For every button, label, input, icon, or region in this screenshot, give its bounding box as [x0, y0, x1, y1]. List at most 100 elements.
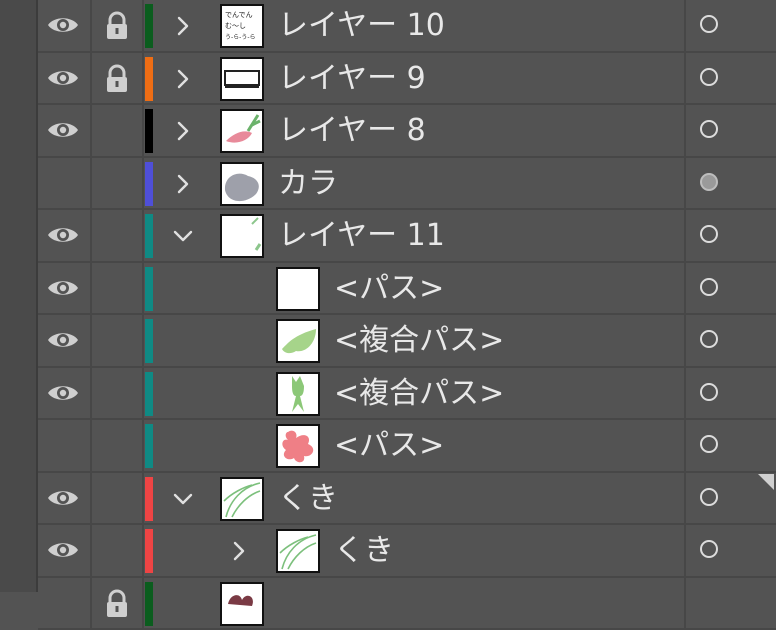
column-divider: [684, 105, 686, 156]
column-divider: [142, 420, 144, 471]
eye-icon[interactable]: [46, 13, 80, 37]
eye-icon[interactable]: [46, 66, 80, 90]
layer-row[interactable]: くき: [38, 525, 776, 578]
svg-text:う-ら-う-ら: う-ら-う-ら: [225, 34, 256, 41]
chevron-right-icon[interactable]: [172, 173, 194, 195]
column-divider: [684, 0, 686, 51]
layer-color-swatch: [145, 319, 153, 363]
layer-color-swatch: [145, 582, 153, 626]
column-divider: [684, 473, 686, 524]
column-divider: [684, 315, 686, 366]
target-circle-icon[interactable]: [700, 278, 718, 296]
column-divider: [684, 368, 686, 419]
scroll-corner-indicator[interactable]: [758, 474, 774, 490]
layer-row[interactable]: <複合パス>: [38, 368, 776, 421]
target-circle-icon[interactable]: [700, 120, 718, 138]
column-divider: [142, 0, 144, 51]
layer-thumbnail: [276, 372, 320, 416]
panel-left-gutter: [0, 0, 38, 592]
layer-color-swatch: [145, 57, 153, 101]
layer-row[interactable]: <パス>: [38, 420, 776, 473]
target-circle-icon[interactable]: [700, 173, 718, 191]
layer-thumbnail: でんでんむ〜しう-ら-う-ら: [220, 4, 264, 48]
chevron-right-icon[interactable]: [172, 15, 194, 37]
target-circle-icon[interactable]: [700, 15, 718, 33]
column-divider: [142, 158, 144, 209]
column-divider: [90, 105, 92, 156]
layer-row[interactable]: [38, 578, 776, 630]
eye-icon[interactable]: [46, 223, 80, 247]
layer-row[interactable]: レイヤー 9: [38, 53, 776, 106]
layer-row[interactable]: レイヤー 11: [38, 210, 776, 263]
eye-icon[interactable]: [46, 486, 80, 510]
lock-icon[interactable]: [104, 64, 130, 94]
svg-text:む〜し: む〜し: [225, 22, 246, 30]
target-circle-icon[interactable]: [700, 225, 718, 243]
chevron-right-icon[interactable]: [172, 120, 194, 142]
layer-color-swatch: [145, 477, 153, 521]
layer-name[interactable]: カラ: [278, 164, 338, 204]
target-circle-icon[interactable]: [700, 435, 718, 453]
chevron-right-icon[interactable]: [172, 68, 194, 90]
layer-name[interactable]: くき: [278, 479, 338, 519]
layer-row[interactable]: でんでんむ〜しう-ら-う-らレイヤー 10: [38, 0, 776, 53]
eye-icon[interactable]: [46, 276, 80, 300]
eye-icon[interactable]: [46, 118, 80, 142]
column-divider: [684, 158, 686, 209]
column-divider: [90, 315, 92, 366]
layer-color-swatch: [145, 4, 153, 48]
layer-thumbnail: [276, 267, 320, 311]
column-divider: [142, 578, 144, 629]
eye-icon[interactable]: [46, 538, 80, 562]
layer-row[interactable]: <パス>: [38, 263, 776, 316]
layer-color-swatch: [145, 424, 153, 468]
eye-icon[interactable]: [46, 381, 80, 405]
layer-thumbnail: [220, 582, 264, 626]
column-divider: [142, 53, 144, 104]
layer-name[interactable]: レイヤー 10: [278, 6, 445, 46]
target-circle-icon[interactable]: [700, 383, 718, 401]
target-circle-icon[interactable]: [700, 68, 718, 86]
column-divider: [90, 525, 92, 576]
column-divider: [684, 578, 686, 629]
layer-name[interactable]: <複合パス>: [334, 374, 504, 414]
layer-name[interactable]: レイヤー 8: [278, 111, 426, 151]
layer-row[interactable]: <複合パス>: [38, 315, 776, 368]
layer-name[interactable]: レイヤー 11: [278, 216, 445, 256]
lock-icon[interactable]: [104, 589, 130, 619]
column-divider: [684, 525, 686, 576]
eye-icon[interactable]: [46, 328, 80, 352]
layers-panel: でんでんむ〜しう-ら-う-らレイヤー 10レイヤー 9レイヤー 8カラレイヤー …: [0, 0, 776, 592]
column-divider: [142, 368, 144, 419]
chevron-down-icon[interactable]: [172, 225, 194, 247]
column-divider: [90, 473, 92, 524]
target-circle-icon[interactable]: [700, 488, 718, 506]
layer-row[interactable]: カラ: [38, 158, 776, 211]
column-divider: [90, 368, 92, 419]
chevron-right-icon[interactable]: [228, 540, 250, 562]
layer-name[interactable]: くき: [334, 531, 394, 571]
lock-icon[interactable]: [104, 11, 130, 41]
layer-name[interactable]: レイヤー 9: [278, 59, 426, 99]
chevron-down-icon[interactable]: [172, 488, 194, 510]
layer-color-swatch: [145, 529, 153, 573]
column-divider: [684, 210, 686, 261]
target-circle-icon[interactable]: [700, 330, 718, 348]
layer-name[interactable]: <パス>: [334, 426, 444, 466]
layer-thumbnail: [276, 424, 320, 468]
layer-row[interactable]: レイヤー 8: [38, 105, 776, 158]
column-divider: [90, 263, 92, 314]
column-divider: [142, 315, 144, 366]
column-divider: [142, 263, 144, 314]
layer-thumbnail: [220, 57, 264, 101]
target-circle-icon[interactable]: [700, 540, 718, 558]
layer-color-swatch: [145, 372, 153, 416]
column-divider: [684, 53, 686, 104]
layer-color-swatch: [145, 109, 153, 153]
layer-name[interactable]: <パス>: [334, 269, 444, 309]
svg-text:でんでん: でんでん: [225, 11, 253, 19]
column-divider: [684, 420, 686, 471]
layer-thumbnail: [220, 214, 264, 258]
layer-row[interactable]: くき: [38, 473, 776, 526]
layer-name[interactable]: <複合パス>: [334, 321, 504, 361]
